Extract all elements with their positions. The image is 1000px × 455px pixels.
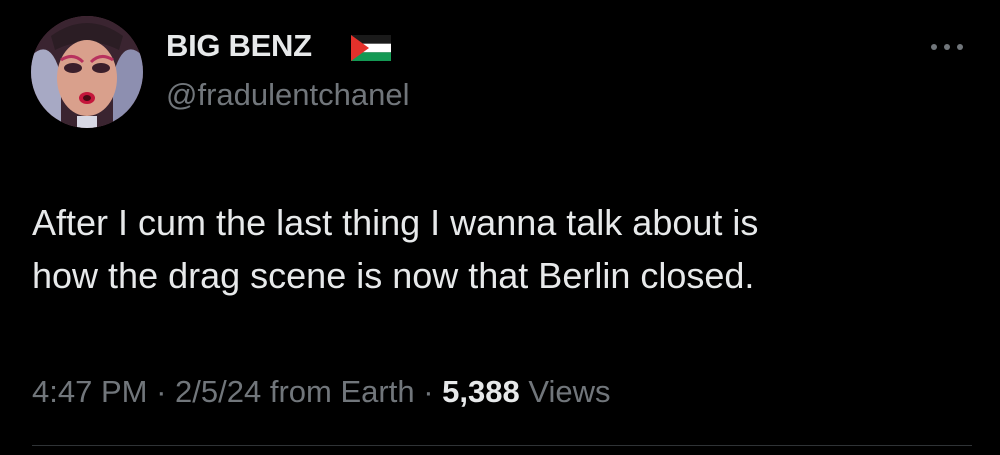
tweet-time[interactable]: 4:47 PM xyxy=(32,374,147,409)
views-count[interactable]: 5,388 xyxy=(442,374,520,409)
display-name[interactable]: BIG BENZ xyxy=(166,28,312,64)
tweet-card: BIG BENZ @fradulentchanel After I cum th… xyxy=(0,0,1000,455)
tweet-text: After I cum the last thing I wanna talk … xyxy=(32,196,972,302)
divider xyxy=(32,445,972,446)
meta-separator: · xyxy=(423,374,434,409)
meta-separator: · xyxy=(156,374,167,409)
tweet-metadata: 4:47 PM · 2/5/24 from Earth · 5,388 View… xyxy=(32,374,611,410)
tweet-source: from Earth xyxy=(269,374,415,409)
avatar[interactable] xyxy=(31,16,143,128)
tweet-date[interactable]: 2/5/24 xyxy=(175,374,261,409)
views-label[interactable]: Views xyxy=(528,374,610,409)
avatar-image xyxy=(31,16,143,128)
user-handle[interactable]: @fradulentchanel xyxy=(166,77,409,113)
tweet-text-line: After I cum the last thing I wanna talk … xyxy=(32,202,759,243)
more-options-icon[interactable] xyxy=(928,38,968,56)
palestine-flag-icon xyxy=(351,35,391,61)
tweet-text-line: how the drag scene is now that Berlin cl… xyxy=(32,255,755,296)
